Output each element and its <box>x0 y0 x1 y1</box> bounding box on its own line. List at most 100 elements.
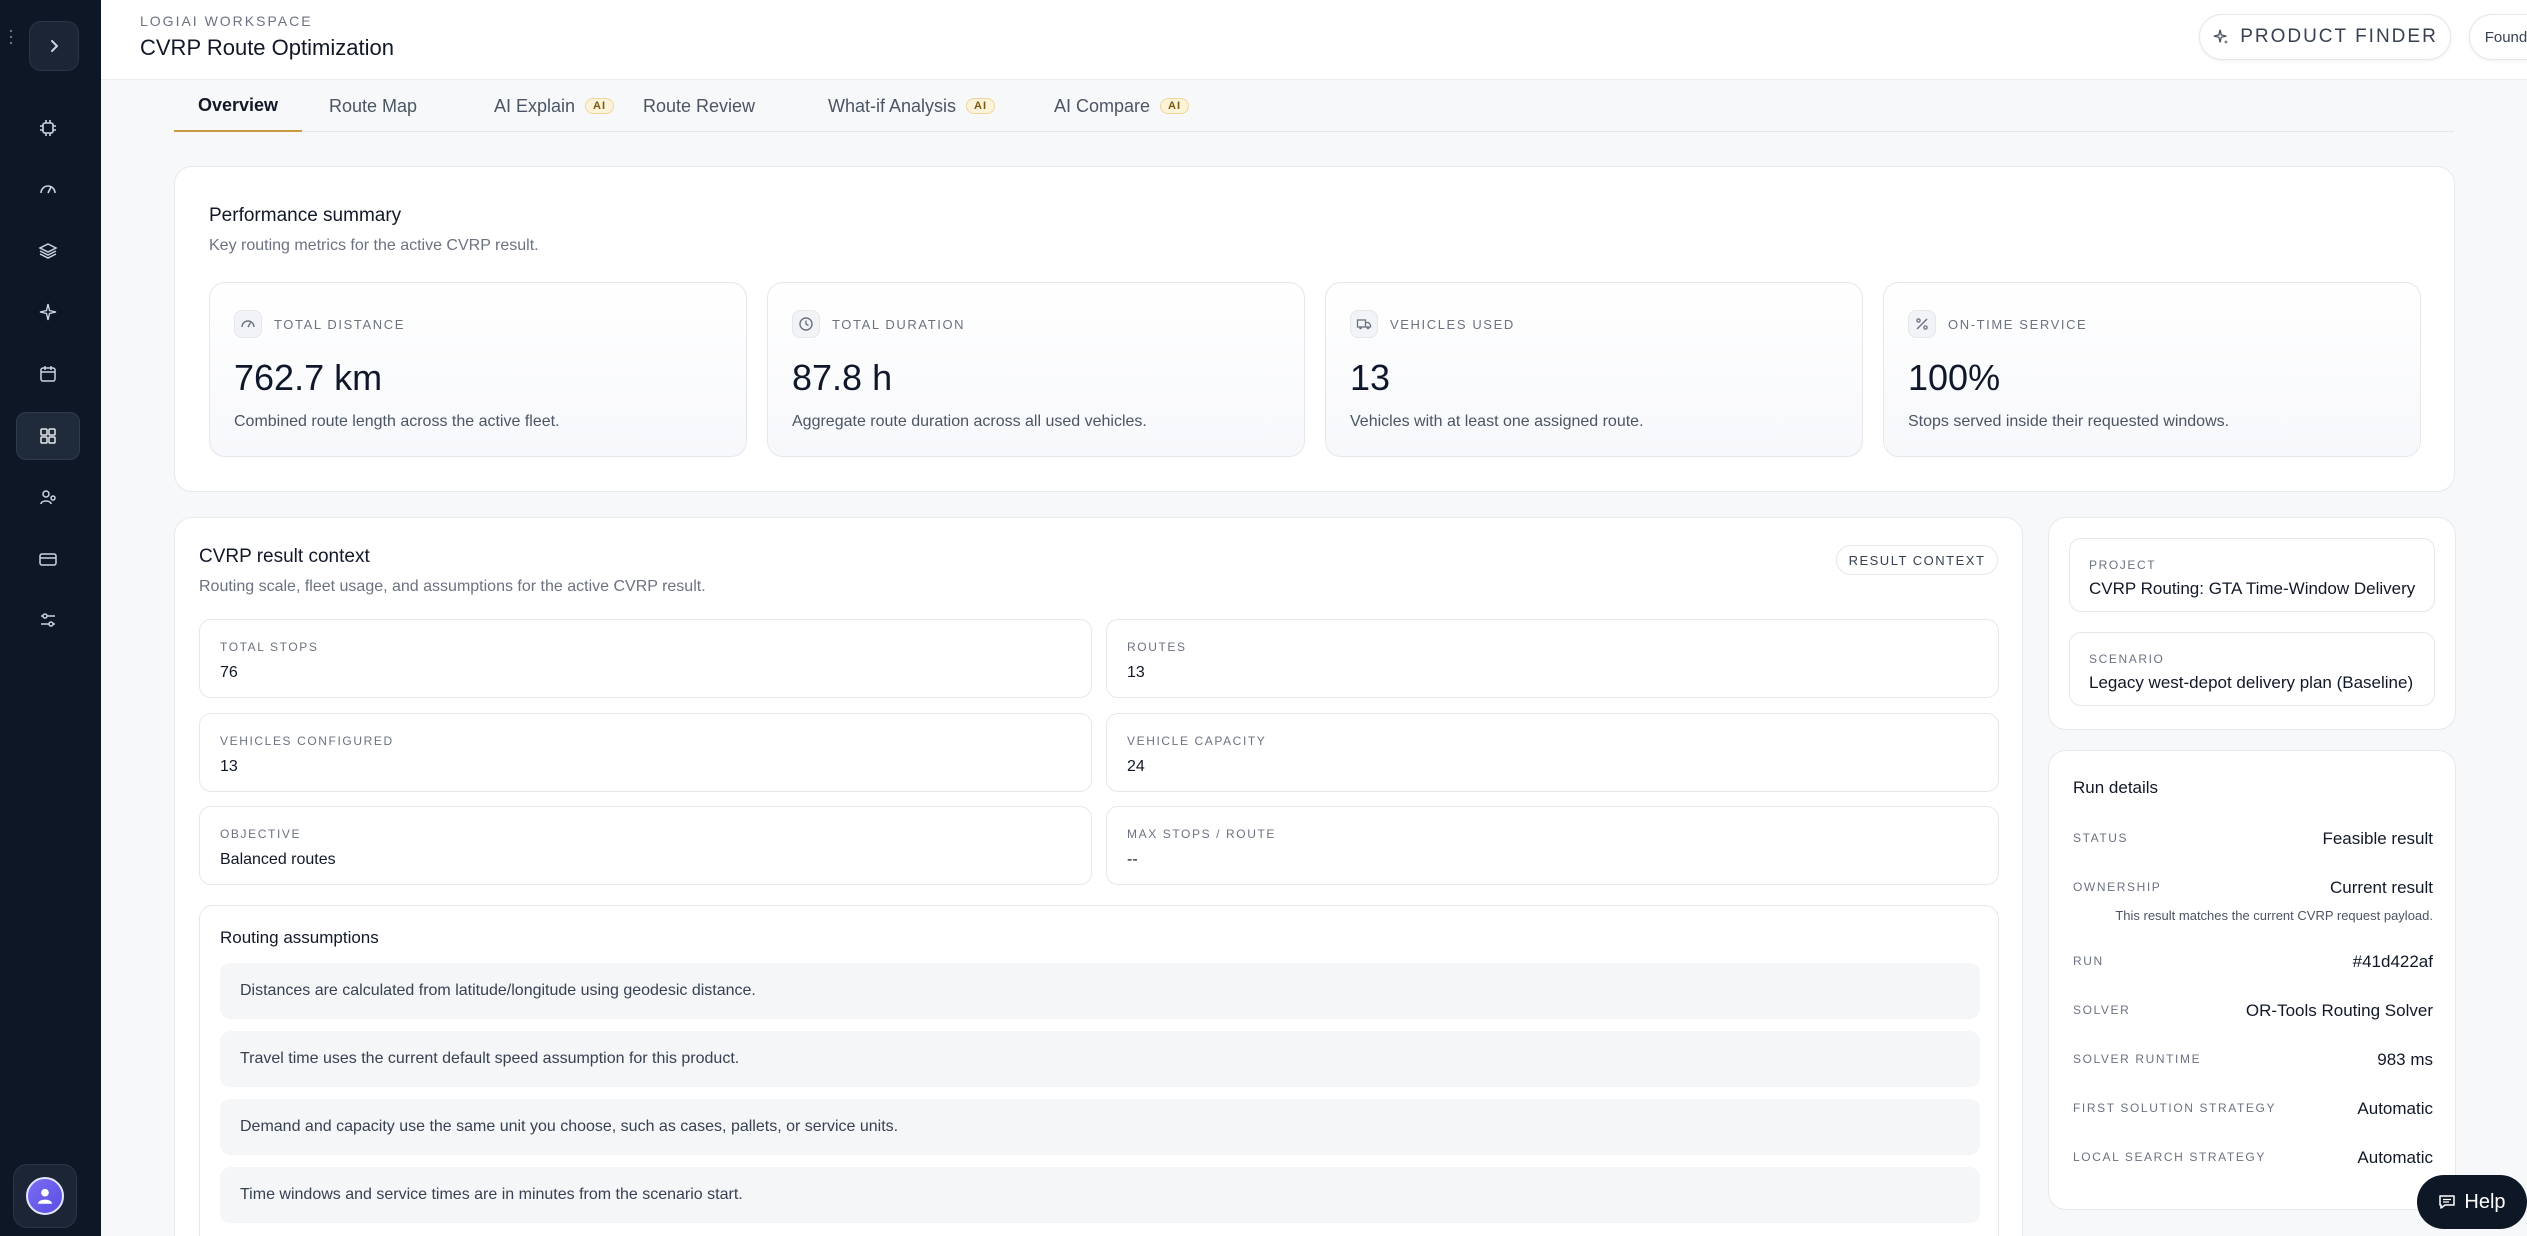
help-label: Help <box>2464 1190 2506 1213</box>
section-title: Performance summary <box>209 205 402 226</box>
drag-handle-icon[interactable] <box>9 28 13 46</box>
metric-description: Aggregate route duration across all used… <box>792 413 1147 430</box>
tab-what-if-analysis[interactable]: What-if Analysis AI <box>804 80 1019 132</box>
metric-value: 762.7 km <box>234 357 383 398</box>
row-value: Automatic <box>2357 1148 2433 1167</box>
user-icon <box>37 1188 53 1204</box>
card-icon <box>39 553 57 566</box>
metric-label: ON-TIME SERVICE <box>1948 317 2088 332</box>
tab-route-map[interactable]: Route Map <box>305 80 441 132</box>
row-value: Feasible result <box>2322 829 2433 848</box>
run-details-title: Run details <box>2073 778 2159 797</box>
row-value: Automatic <box>2357 1099 2433 1118</box>
row-label: SOLVER <box>2073 1003 2131 1017</box>
metric-label: TOTAL DISTANCE <box>274 317 405 332</box>
field-label: MAX STOPS / ROUTE <box>1127 827 1276 841</box>
field-label: VEHICLE CAPACITY <box>1127 734 1267 748</box>
metric-on-time-service: ON-TIME SERVICE 100% Stops served inside… <box>1883 282 2421 457</box>
row-label: RUN <box>2073 954 2104 968</box>
row-label: LOCAL SEARCH STRATEGY <box>2073 1150 2266 1164</box>
sidebar-item-calendar[interactable] <box>16 350 80 398</box>
truck-icon <box>1350 310 1378 338</box>
tab-route-review[interactable]: Route Review <box>619 80 779 132</box>
page-title: CVRP Route Optimization <box>140 35 394 60</box>
field-value: 13 <box>1127 664 1145 681</box>
tab-ai-explain[interactable]: AI Explain AI <box>470 80 638 132</box>
section-title: CVRP result context <box>199 546 370 567</box>
help-button[interactable]: Help <box>2417 1175 2527 1229</box>
row-label: OWNERSHIP <box>2073 880 2162 894</box>
field-max-stops-route: MAX STOPS / ROUTE -- <box>1106 806 1999 885</box>
metric-value: 13 <box>1350 357 1391 398</box>
sidebar-item-gauge[interactable] <box>16 165 80 213</box>
workspace-label: LOGIAI WORKSPACE <box>140 13 313 29</box>
sidebar-item-card[interactable] <box>16 535 80 583</box>
row-value: Current result <box>2330 878 2433 897</box>
metric-label: TOTAL DURATION <box>832 317 966 332</box>
tab-label: AI Compare <box>1054 95 1151 116</box>
metric-value: 87.8 h <box>792 357 893 398</box>
tab-label: What-if Analysis <box>828 95 957 116</box>
field-total-stops: TOTAL STOPS 76 <box>199 619 1092 698</box>
sparkle-icon <box>39 303 57 321</box>
sidebar-item-apps[interactable] <box>16 412 80 460</box>
list-item: Travel time uses the current default spe… <box>220 1031 1980 1087</box>
project-value: CVRP Routing: GTA Time-Window Delivery <box>2089 579 2416 598</box>
sidebar-item-chip[interactable] <box>16 104 80 152</box>
calendar-icon <box>40 366 56 382</box>
scenario-box: SCENARIO Legacy west-depot delivery plan… <box>2069 632 2435 706</box>
sidebar-item-sparkle[interactable] <box>16 288 80 336</box>
metric-total-distance: TOTAL DISTANCE 762.7 km Combined route l… <box>209 282 747 457</box>
sidebar-toggle-button[interactable] <box>29 21 79 71</box>
sidebar-item-person-search[interactable] <box>16 473 80 521</box>
project-label: PROJECT <box>2089 558 2157 572</box>
row-label: FIRST SOLUTION STRATEGY <box>2073 1101 2277 1115</box>
tab-label: Overview <box>198 94 279 115</box>
product-finder-button[interactable]: PRODUCT FINDER <box>2199 14 2451 60</box>
metric-value: 100% <box>1908 357 2001 398</box>
metric-total-duration: TOTAL DURATION 87.8 h Aggregate route du… <box>767 282 1305 457</box>
field-routes: ROUTES 13 <box>1106 619 1999 698</box>
list-item: Time windows and service times are in mi… <box>220 1167 1980 1223</box>
field-label: TOTAL STOPS <box>220 640 319 654</box>
metric-description: Stops served inside their requested wind… <box>1908 413 2230 430</box>
chevron-right-icon <box>51 40 58 52</box>
row-label: SOLVER RUNTIME <box>2073 1052 2202 1066</box>
field-value: 13 <box>220 758 238 775</box>
result-context-card: CVRP result context Routing scale, fleet… <box>174 517 2023 1236</box>
metric-description: Combined route length across the active … <box>234 413 560 430</box>
avatar <box>26 1177 64 1215</box>
sidebar-item-sliders[interactable] <box>16 596 80 644</box>
sidebar-item-layers[interactable] <box>16 227 80 275</box>
project-box: PROJECT CVRP Routing: GTA Time-Window De… <box>2069 538 2435 612</box>
account-button[interactable]: Founder account <box>2469 14 2527 60</box>
row-label: STATUS <box>2073 831 2129 845</box>
field-value: 76 <box>220 664 238 681</box>
metric-vehicles-used: VEHICLES USED 13 Vehicles with at least … <box>1325 282 1863 457</box>
metric-description: Vehicles with at least one assigned rout… <box>1350 413 1644 430</box>
clock-icon <box>792 310 820 338</box>
product-finder-label: PRODUCT FINDER <box>2240 26 2438 47</box>
field-value: -- <box>1127 851 1138 868</box>
ai-badge: AI <box>966 98 996 114</box>
user-avatar-button[interactable] <box>13 1164 77 1228</box>
tab-label: Route Review <box>643 95 756 116</box>
field-vehicle-capacity: VEHICLE CAPACITY 24 <box>1106 713 1999 792</box>
apps-icon <box>40 428 56 444</box>
percent-icon <box>1908 310 1936 338</box>
performance-summary-card: Performance summary Key routing metrics … <box>174 166 2455 492</box>
person-search-icon <box>40 490 56 505</box>
tab-overview[interactable]: Overview <box>174 80 303 132</box>
tab-label: AI Explain <box>494 95 576 116</box>
scenario-value: Legacy west-depot delivery plan (Baselin… <box>2089 673 2414 692</box>
scenario-label: SCENARIO <box>2089 652 2165 666</box>
list-item: Demand and capacity use the same unit yo… <box>220 1099 1980 1155</box>
tab-ai-compare[interactable]: AI Compare AI <box>1030 80 1213 132</box>
metric-label: VEHICLES USED <box>1390 317 1515 332</box>
field-objective: OBJECTIVE Balanced routes <box>199 806 1092 885</box>
layers-icon <box>38 243 58 259</box>
section-subtitle: Routing scale, fleet usage, and assumpti… <box>199 578 706 595</box>
assumptions-title: Routing assumptions <box>220 928 379 947</box>
speedometer-icon <box>234 310 262 338</box>
section-subtitle: Key routing metrics for the active CVRP … <box>209 237 539 254</box>
